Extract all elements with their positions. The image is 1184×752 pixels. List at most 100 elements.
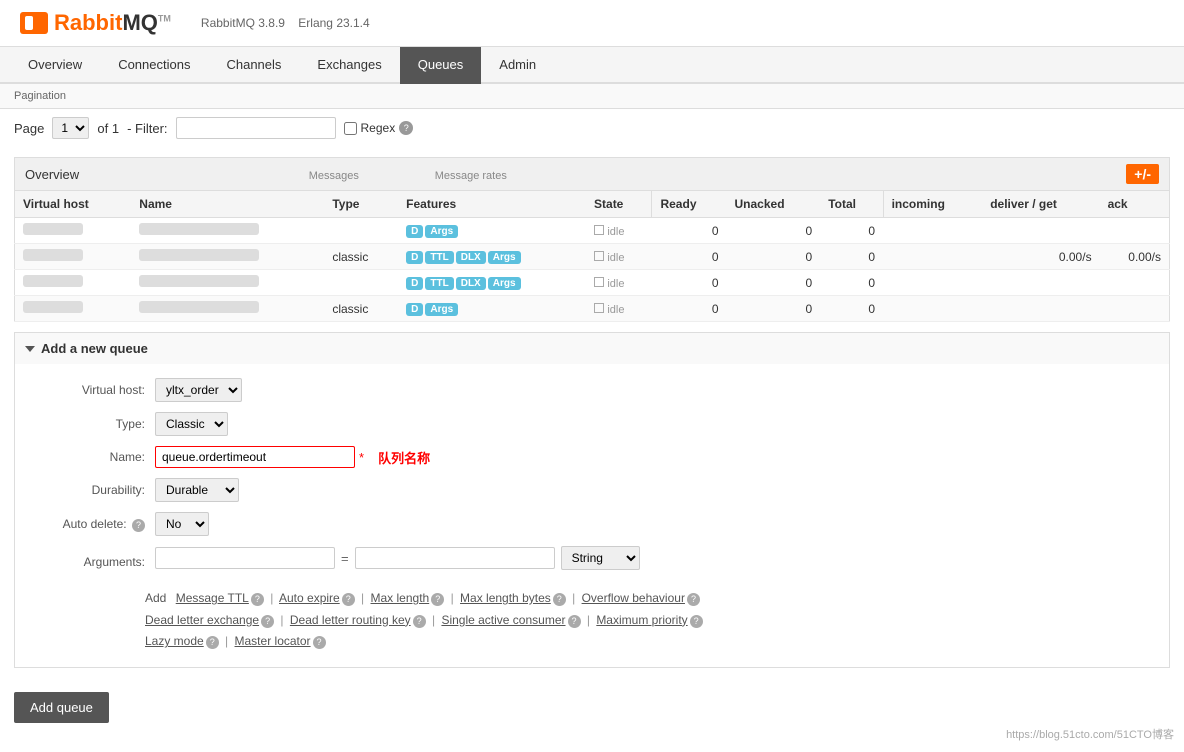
cell-unacked: 0 (727, 244, 821, 270)
auto-delete-select[interactable]: No Yes (155, 512, 209, 536)
overflow-behaviour-help[interactable]: ? (687, 593, 700, 606)
cell-deliver-get (982, 270, 1099, 296)
arg-single-active-consumer[interactable]: Single active consumer (441, 613, 565, 627)
arg-max-length-bytes[interactable]: Max length bytes (460, 591, 551, 605)
cell-unacked: 0 (727, 270, 821, 296)
cell-ready: 0 (652, 244, 727, 270)
nav-queues[interactable]: Queues (400, 47, 482, 84)
version-info: RabbitMQ 3.8.9 Erlang 23.1.4 (201, 16, 380, 30)
dead-letter-exchange-help[interactable]: ? (261, 615, 274, 628)
logo: RabbitMQTM (20, 10, 171, 36)
cell-deliver-get (982, 296, 1099, 322)
feature-badge-ttl: TTL (425, 277, 453, 290)
nav-connections[interactable]: Connections (100, 47, 208, 84)
args-key-input[interactable] (155, 547, 335, 569)
cell-total: 0 (820, 270, 883, 296)
pagination-section-label: Pagination (14, 90, 66, 102)
collapse-icon (25, 346, 35, 352)
cell-incoming (883, 270, 982, 296)
logo-tm: TM (158, 14, 171, 24)
arg-maximum-priority[interactable]: Maximum priority (596, 613, 687, 627)
arg-dead-letter-routing-key[interactable]: Dead letter routing key (290, 613, 411, 627)
arg-max-length[interactable]: Max length (371, 591, 430, 605)
state-checkbox (594, 225, 604, 235)
toggle-columns-button[interactable]: +/- (1126, 164, 1159, 184)
blurred-virtual-host (23, 249, 83, 261)
blurred-name (139, 301, 259, 313)
blurred-name (139, 223, 259, 235)
table-row: DTTLDLXArgs idle000 (15, 270, 1170, 296)
maximum-priority-help[interactable]: ? (690, 615, 703, 628)
args-type-select[interactable]: String Number Boolean List (561, 546, 640, 570)
cell-type: classic (324, 244, 398, 270)
feature-badge-args: Args (488, 251, 521, 264)
col-incoming: incoming (883, 191, 982, 218)
auto-delete-help[interactable]: ? (132, 519, 145, 532)
cell-ack: 0.00/s (1100, 244, 1170, 270)
cell-unacked: 0 (727, 218, 821, 244)
state-text: idle (607, 252, 624, 264)
logo-rabbit: Rabbit (54, 10, 122, 35)
overview-title: Overview (25, 167, 79, 182)
add-label: Add (145, 591, 166, 605)
col-deliver-get: deliver / get (982, 191, 1099, 218)
name-input[interactable] (155, 446, 355, 468)
add-queue-body: Virtual host: yltx_order Type: Classic N… (15, 364, 1169, 667)
nav-exchanges[interactable]: Exchanges (299, 47, 399, 84)
cell-total: 0 (820, 218, 883, 244)
page-select[interactable]: 1 (52, 117, 89, 139)
state-checkbox (594, 277, 604, 287)
cell-ack (1100, 218, 1170, 244)
watermark: https://blog.51cto.com/51CTO博客 (1006, 726, 1174, 742)
add-queue-button[interactable]: Add queue (14, 692, 109, 723)
cell-name (131, 244, 324, 270)
type-select[interactable]: Classic (155, 412, 228, 436)
col-name: Name (131, 191, 324, 218)
arg-auto-expire[interactable]: Auto expire (279, 591, 340, 605)
type-label: Type: (35, 417, 145, 431)
durability-select[interactable]: Durable Transient (155, 478, 239, 502)
nav-overview[interactable]: Overview (10, 47, 100, 84)
virtual-host-select[interactable]: yltx_order (155, 378, 242, 402)
state-text: idle (607, 304, 624, 316)
cell-virtual-host (15, 244, 132, 270)
cell-features: DArgs (398, 218, 586, 244)
dead-letter-routing-key-help[interactable]: ? (413, 615, 426, 628)
arg-overflow-behaviour[interactable]: Overflow behaviour (582, 591, 685, 605)
feature-badge-args: Args (425, 303, 458, 316)
lazy-mode-help[interactable]: ? (206, 636, 219, 649)
feature-badge-args: Args (488, 277, 521, 290)
cell-deliver-get: 0.00/s (982, 244, 1099, 270)
arg-master-locator[interactable]: Master locator (235, 634, 311, 648)
feature-badge-d: D (406, 303, 423, 316)
arg-lazy-mode[interactable]: Lazy mode (145, 634, 204, 648)
auto-expire-help[interactable]: ? (342, 593, 355, 606)
col-ack: ack (1100, 191, 1170, 218)
nav-admin[interactable]: Admin (481, 47, 554, 84)
auto-delete-label: Auto delete: ? (35, 517, 145, 532)
args-val-input[interactable] (355, 547, 555, 569)
regex-checkbox[interactable] (344, 122, 357, 135)
args-inputs: = String Number Boolean List (155, 546, 640, 570)
arg-message-ttl[interactable]: Message TTL (176, 591, 249, 605)
regex-help[interactable]: ? (399, 121, 413, 135)
table-row: classicDTTLDLXArgs idle0000.00/s0.00/s (15, 244, 1170, 270)
feature-badge-d: D (406, 251, 423, 264)
cell-total: 0 (820, 296, 883, 322)
arguments-label: Arguments: (35, 555, 145, 569)
arg-dead-letter-exchange[interactable]: Dead letter exchange (145, 613, 259, 627)
master-locator-help[interactable]: ? (313, 636, 326, 649)
single-active-consumer-help[interactable]: ? (568, 615, 581, 628)
add-queue-header[interactable]: Add a new queue (15, 333, 1169, 364)
max-length-bytes-help[interactable]: ? (553, 593, 566, 606)
col-type: Type (324, 191, 398, 218)
col-virtual-host: Virtual host (15, 191, 132, 218)
cell-ack (1100, 296, 1170, 322)
erlang-version: Erlang 23.1.4 (298, 16, 369, 30)
filter-input[interactable] (176, 117, 336, 139)
max-length-help[interactable]: ? (431, 593, 444, 606)
message-ttl-help[interactable]: ? (251, 593, 264, 606)
nav-channels[interactable]: Channels (208, 47, 299, 84)
regex-label: Regex ? (344, 121, 414, 135)
durability-label: Durability: (35, 483, 145, 497)
